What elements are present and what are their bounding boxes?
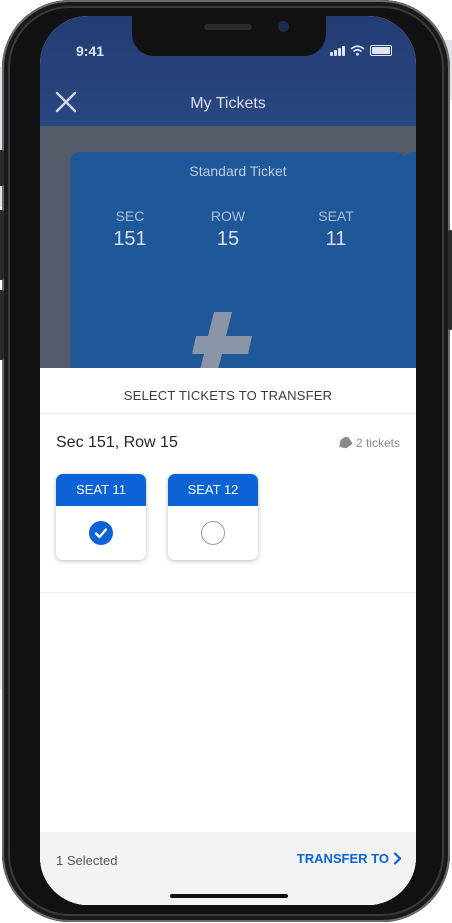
ticket-field-value: 151 [113, 228, 147, 250]
phone-screen: 9:41 My Tickets Standard Ticket SEC 151 … [40, 16, 416, 905]
seat-label: SEAT 12 [168, 474, 258, 506]
mute-switch [0, 150, 4, 186]
selected-count: 1 Selected [56, 853, 118, 868]
ticket-seat: SEAT 11 [296, 208, 376, 251]
ticket-card[interactable]: Standard Ticket SEC 151 ROW 15 SEAT 11 [70, 152, 406, 392]
seat-body [168, 506, 258, 560]
nav-bar: My Tickets [40, 88, 416, 118]
transfer-to-button[interactable]: TRANSFER TO [297, 851, 402, 866]
battery-icon [370, 45, 392, 56]
status-time: 9:41 [76, 43, 105, 59]
status-icons [330, 45, 392, 56]
seat-card-11[interactable]: SEAT 11 [56, 474, 146, 560]
chevron-right-icon [393, 852, 402, 865]
ticket-field-label: SEAT [318, 208, 354, 224]
signal-icon [330, 46, 345, 56]
checkmark-icon [94, 528, 108, 539]
unchecked-circle-icon[interactable] [201, 521, 225, 545]
power-button [448, 230, 452, 330]
ticket-field-value: 15 [216, 228, 240, 250]
phone-frame: 9:41 My Tickets Standard Ticket SEC 151 … [0, 0, 452, 922]
dimmed-background: 9:41 My Tickets Standard Ticket SEC 151 … [40, 16, 416, 392]
notch [132, 16, 326, 56]
next-ticket-card[interactable] [404, 152, 416, 372]
camera [278, 21, 289, 32]
divider [40, 413, 416, 414]
wifi-icon [350, 45, 365, 56]
ticket-field-label: ROW [210, 208, 246, 224]
page-title: My Tickets [190, 95, 266, 112]
ticket-tag-icon [339, 437, 352, 449]
tickets-count-text: 2 tickets [355, 436, 400, 450]
transfer-to-label: TRANSFER TO [296, 851, 389, 866]
speaker [204, 24, 252, 30]
ticket-sec: SEC 151 [90, 208, 170, 251]
ticket-row: ROW 15 [188, 208, 268, 251]
section-row-label: Sec 151, Row 15 [56, 434, 178, 451]
transfer-sheet: SELECT TICKETS TO TRANSFER Sec 151, Row … [40, 368, 416, 905]
checked-icon[interactable] [89, 521, 113, 545]
sheet-title: SELECT TICKETS TO TRANSFER [123, 388, 333, 403]
ticket-field-label: SEC [115, 208, 145, 224]
volume-down-button [0, 290, 4, 360]
seat-body [56, 506, 146, 560]
ticket-carousel: Standard Ticket SEC 151 ROW 15 SEAT 11 [40, 126, 416, 392]
home-indicator[interactable] [170, 894, 288, 898]
tickets-count: 2 tickets [338, 436, 400, 450]
seat-card-12[interactable]: SEAT 12 [168, 474, 258, 560]
status-bar: 9:41 [40, 16, 416, 62]
seat-label: SEAT 11 [56, 474, 146, 506]
volume-up-button [0, 210, 4, 280]
divider [40, 592, 416, 593]
ticket-field-value: 11 [325, 228, 347, 250]
ticket-type: Standard Ticket [189, 163, 287, 179]
